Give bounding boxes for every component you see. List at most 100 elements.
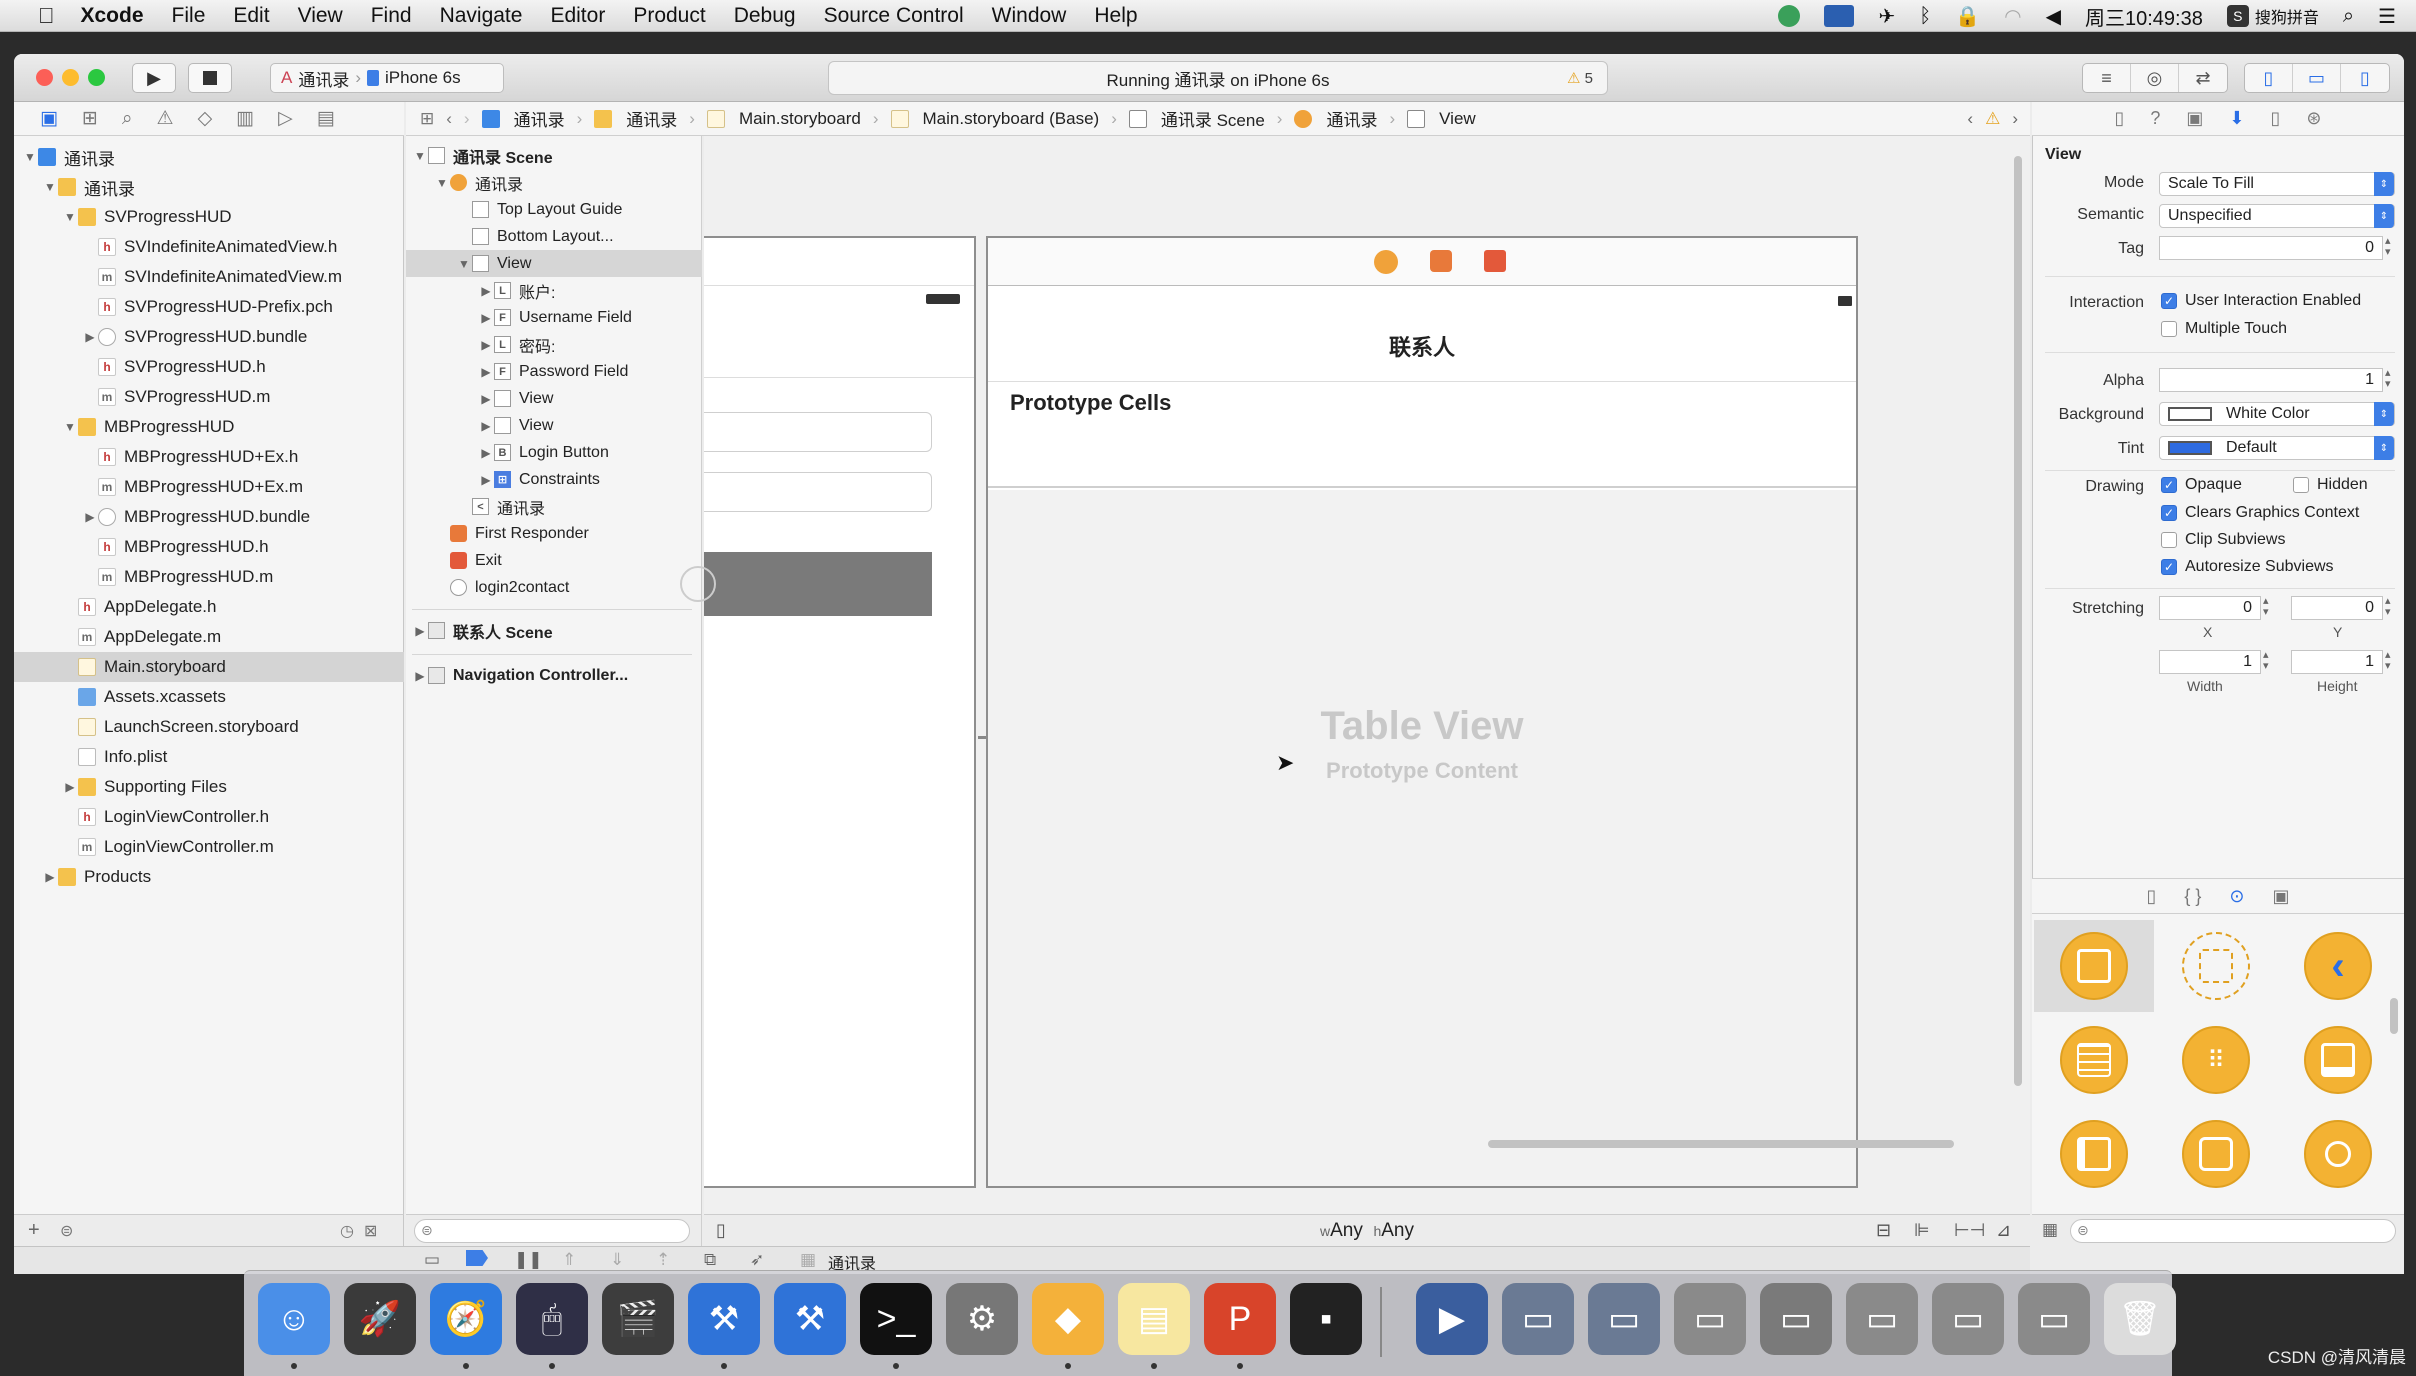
opaque-checkbox[interactable]: ✓ Opaque: [2161, 476, 2242, 494]
library-tab-bar-controller[interactable]: [2278, 1014, 2398, 1106]
identity-inspector-icon[interactable]: ▣: [2186, 108, 2203, 129]
resolve-icon[interactable]: ⊿: [1996, 1220, 2011, 1241]
autolayout-stack-icon[interactable]: ⊟: [1876, 1220, 1891, 1241]
outline-row[interactable]: Top Layout Guide: [406, 196, 702, 223]
crumb-storyboard-base[interactable]: Main.storyboard (Base): [890, 109, 1099, 129]
disclosure-closed-icon[interactable]: ▶: [478, 473, 494, 487]
menu-find[interactable]: Find: [371, 4, 412, 28]
clock[interactable]: 周三10:49:38: [2085, 2, 2203, 31]
issue-navigator-icon[interactable]: ⚠: [157, 107, 174, 130]
quick-help-icon[interactable]: ?: [2150, 108, 2160, 129]
size-class-control[interactable]: wAny hAny: [1320, 1220, 1414, 1242]
display-icon[interactable]: [1824, 5, 1855, 27]
disclosure-closed-icon[interactable]: ▶: [478, 365, 494, 379]
menu-edit[interactable]: Edit: [233, 4, 269, 28]
disclosure-open-icon[interactable]: ▼: [412, 149, 428, 163]
storyboard-canvas[interactable]: ⊡ › 联系人 Prototype Cells Table View Proto…: [680, 136, 2030, 1214]
debug-navigator-icon[interactable]: ▥: [236, 107, 254, 130]
window-2-icon[interactable]: ▭: [1588, 1283, 1660, 1355]
step-over-icon[interactable]: ⇑: [562, 1250, 576, 1270]
first-responder-icon[interactable]: [1430, 250, 1452, 272]
disclosure-closed-icon[interactable]: ▶: [412, 624, 428, 638]
thread-icon[interactable]: ▦: [800, 1250, 816, 1270]
library-split-view-controller[interactable]: [2034, 1108, 2154, 1200]
library-collection-view-controller[interactable]: ⠿: [2156, 1014, 2276, 1106]
scheme-selector[interactable]: A 通讯录 › iPhone 6s: [270, 63, 504, 93]
outline-row[interactable]: ▶ L 账户:: [406, 277, 702, 304]
alpha-stepper[interactable]: ▴ ▾: [2385, 368, 2391, 390]
stretch-y-field[interactable]: 0: [2291, 596, 2383, 620]
navigator-toggle-icon[interactable]: ▯: [2245, 64, 2293, 92]
grid-view-icon[interactable]: ▦: [2042, 1220, 2058, 1240]
file-row[interactable]: m MBProgressHUD+Ex.m: [14, 472, 404, 502]
disclosure-closed-icon[interactable]: ▶: [412, 669, 428, 683]
library-storyboard-reference[interactable]: [2156, 920, 2276, 1012]
prototype-cells-section[interactable]: Prototype Cells: [988, 384, 1856, 488]
pause-icon[interactable]: ❚❚: [514, 1250, 543, 1270]
minimize-button[interactable]: [62, 69, 79, 86]
window-1-icon[interactable]: ▭: [1502, 1283, 1574, 1355]
disclosure-closed-icon[interactable]: ▶: [478, 311, 494, 325]
volume-icon[interactable]: ◀: [2046, 4, 2061, 29]
stretch-y-stepper[interactable]: ▴ ▾: [2385, 596, 2391, 618]
disclosure-open-icon[interactable]: ▼: [22, 150, 38, 164]
notification-center-icon[interactable]: ☰: [2378, 4, 2396, 29]
library-filter-field[interactable]: ⊜: [2070, 1219, 2396, 1243]
previous-issue-icon[interactable]: ‹: [1967, 109, 1973, 129]
issue-warning-icon[interactable]: ⚠: [1985, 109, 2000, 129]
file-row[interactable]: Main.storyboard: [14, 652, 404, 682]
launchpad-icon[interactable]: 🚀: [344, 1283, 416, 1355]
outline-row[interactable]: Exit: [406, 547, 702, 574]
disclosure-closed-icon[interactable]: ▶: [42, 870, 58, 884]
disclosure-open-icon[interactable]: ▼: [42, 180, 58, 194]
add-icon[interactable]: +: [28, 1219, 40, 1242]
menu-debug[interactable]: Debug: [734, 4, 796, 28]
disclosure-open-icon[interactable]: ▼: [434, 176, 450, 190]
file-row[interactable]: m MBProgressHUD.m: [14, 562, 404, 592]
stop-button[interactable]: [188, 63, 232, 93]
view-toggle-control[interactable]: ▯ ▭ ▯: [2244, 63, 2390, 93]
crumb-storyboard[interactable]: Main.storyboard: [706, 109, 861, 129]
object-library-icon[interactable]: ⊙: [2229, 886, 2244, 907]
file-row[interactable]: m LoginViewController.m: [14, 832, 404, 862]
simulate-location-icon[interactable]: ➶: [750, 1250, 764, 1270]
symbol-navigator-icon[interactable]: ⊞: [82, 107, 98, 130]
outline-scene-row[interactable]: ▶ Navigation Controller...: [406, 662, 702, 689]
debug-area-toggle-icon[interactable]: ▭: [424, 1250, 440, 1270]
finder-icon[interactable]: ☺: [258, 1283, 330, 1355]
outline-row[interactable]: ▶ F Password Field: [406, 358, 702, 385]
menu-navigate[interactable]: Navigate: [440, 4, 523, 28]
airplane-icon[interactable]: ✈: [1878, 4, 1895, 29]
step-into-icon[interactable]: ⇓: [610, 1250, 624, 1270]
mouse-icon[interactable]: 🖱: [516, 1283, 588, 1355]
contacts-scene[interactable]: 联系人 Prototype Cells Table View Prototype…: [986, 236, 1858, 1188]
exit-icon[interactable]: [1484, 250, 1506, 272]
library-view-controller[interactable]: [2034, 920, 2154, 1012]
outline-row[interactable]: < 通讯录: [406, 493, 702, 520]
stretch-width-stepper[interactable]: ▴ ▾: [2263, 650, 2269, 672]
window-5-icon[interactable]: ▭: [1846, 1283, 1918, 1355]
outline-row[interactable]: Bottom Layout...: [406, 223, 702, 250]
bluetooth-icon[interactable]: ᛒ: [1919, 5, 1931, 28]
autoresize-subviews-checkbox[interactable]: ✓ Autoresize Subviews: [2161, 558, 2334, 576]
view-controller-icon[interactable]: [1374, 250, 1398, 274]
outline-toggle-icon[interactable]: ▯: [716, 1220, 726, 1241]
stretch-height-stepper[interactable]: ▴ ▾: [2385, 650, 2391, 672]
outline-row[interactable]: ▶ L 密码:: [406, 331, 702, 358]
screen-recorder-icon[interactable]: ▶: [1416, 1283, 1488, 1355]
file-row[interactable]: Assets.xcassets: [14, 682, 404, 712]
close-button[interactable]: [36, 69, 53, 86]
related-items-icon[interactable]: ⊞: [420, 109, 434, 129]
stretch-x-stepper[interactable]: ▴ ▾: [2263, 596, 2269, 618]
semantic-popup[interactable]: Unspecified ⇕: [2159, 204, 2395, 228]
clears-context-checkbox[interactable]: ✓ Clears Graphics Context: [2161, 504, 2359, 522]
project-navigator-icon[interactable]: ▣: [40, 107, 58, 130]
step-out-icon[interactable]: ⇡: [656, 1250, 670, 1270]
file-row[interactable]: m AppDelegate.m: [14, 622, 404, 652]
hidden-checkbox[interactable]: Hidden: [2293, 476, 2368, 494]
scm-status-icon[interactable]: ⊠: [364, 1221, 377, 1241]
report-navigator-icon[interactable]: ▤: [317, 107, 335, 130]
crumb-controller[interactable]: 通讯录: [1294, 106, 1377, 131]
outline-row[interactable]: ▶ ⊞ Constraints: [406, 466, 702, 493]
file-row[interactable]: m SVIndefiniteAnimatedView.m: [14, 262, 404, 292]
